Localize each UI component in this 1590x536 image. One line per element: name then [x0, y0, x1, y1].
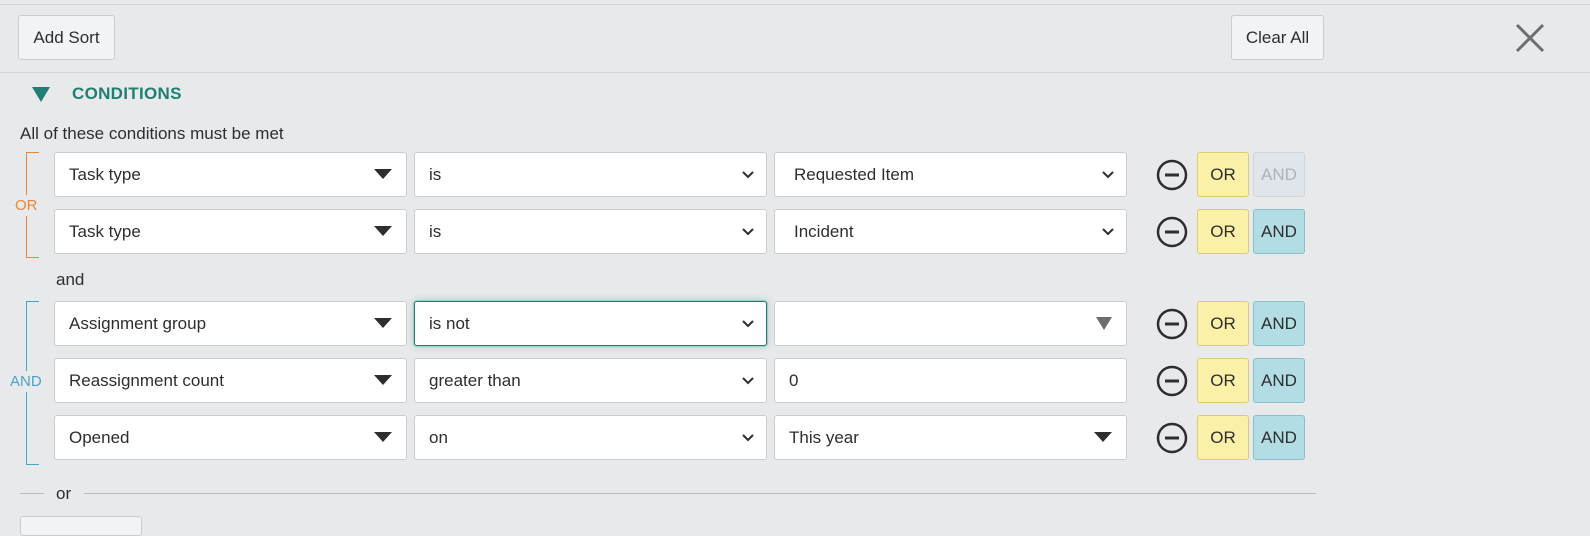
value-text: This year: [789, 427, 859, 447]
field-value: Task type: [69, 221, 141, 241]
remove-condition-icon[interactable]: [1156, 216, 1188, 248]
or-button[interactable]: OR: [1197, 301, 1249, 346]
value-select[interactable]: Incident: [774, 209, 1127, 254]
conditions-toggle[interactable]: CONDITIONS: [32, 84, 182, 104]
operator-select[interactable]: greater than: [414, 358, 767, 403]
and-button[interactable]: AND: [1253, 152, 1305, 197]
value-select[interactable]: Requested Item: [774, 152, 1127, 197]
operator-select[interactable]: on: [414, 415, 767, 460]
divider: [20, 493, 44, 494]
caret-down-icon: [374, 318, 392, 328]
operator-select[interactable]: is: [414, 209, 767, 254]
conditions-note: All of these conditions must be met: [20, 124, 284, 143]
and-button[interactable]: AND: [1253, 415, 1305, 460]
or-button[interactable]: OR: [1197, 209, 1249, 254]
chevron-down-icon: [742, 228, 754, 236]
new-criteria-button[interactable]: [20, 516, 142, 536]
caret-down-icon: [1094, 432, 1112, 442]
and-button[interactable]: AND: [1253, 209, 1305, 254]
value-select[interactable]: [774, 301, 1127, 346]
clear-all-button[interactable]: Clear All: [1231, 15, 1324, 60]
triangle-down-icon: [32, 86, 50, 102]
field-select[interactable]: Task type: [54, 152, 407, 197]
caret-down-icon: [374, 375, 392, 385]
chevron-down-icon: [742, 171, 754, 179]
and-button[interactable]: AND: [1253, 358, 1305, 403]
chevron-down-icon: [1102, 171, 1114, 179]
chevron-down-icon: [742, 377, 754, 385]
remove-condition-icon[interactable]: [1156, 308, 1188, 340]
and-group-label: AND: [10, 371, 42, 392]
or-group-label: OR: [15, 195, 38, 216]
or-button[interactable]: OR: [1197, 415, 1249, 460]
value-input[interactable]: 0: [774, 358, 1127, 403]
conditions-title: CONDITIONS: [72, 84, 182, 103]
chevron-down-icon: [742, 320, 754, 328]
field-value: Task type: [69, 164, 141, 184]
caret-down-icon: [1096, 317, 1112, 330]
field-value: Reassignment count: [69, 370, 224, 390]
field-value: Opened: [69, 427, 130, 447]
operator-value: is: [429, 164, 442, 184]
or-button[interactable]: OR: [1197, 152, 1249, 197]
value-text: 0: [789, 370, 799, 390]
add-sort-button[interactable]: Add Sort: [18, 15, 115, 60]
value-text: Incident: [794, 221, 854, 241]
remove-condition-icon[interactable]: [1156, 159, 1188, 191]
caret-down-icon: [374, 432, 392, 442]
caret-down-icon: [374, 169, 392, 179]
remove-condition-icon[interactable]: [1156, 422, 1188, 454]
value-text: Requested Item: [794, 164, 915, 184]
operator-select[interactable]: is not: [414, 301, 767, 346]
chevron-down-icon: [1102, 228, 1114, 236]
chevron-down-icon: [742, 434, 754, 442]
remove-condition-icon[interactable]: [1156, 365, 1188, 397]
filter-toolbar: Add Sort Clear All: [0, 5, 1590, 73]
field-select[interactable]: Task type: [54, 209, 407, 254]
caret-down-icon: [374, 226, 392, 236]
divider: [84, 493, 1316, 494]
or-button[interactable]: OR: [1197, 358, 1249, 403]
close-icon[interactable]: [1513, 21, 1547, 55]
operator-value: is: [429, 221, 442, 241]
field-select[interactable]: Reassignment count: [54, 358, 407, 403]
and-button[interactable]: AND: [1253, 301, 1305, 346]
operator-value: is not: [429, 313, 470, 333]
operator-value: greater than: [429, 370, 521, 390]
or-divider-label: or: [56, 484, 72, 503]
operator-value: on: [429, 427, 448, 447]
field-value: Assignment group: [69, 313, 207, 333]
field-select[interactable]: Opened: [54, 415, 407, 460]
group-join-label: and: [56, 270, 85, 289]
field-select[interactable]: Assignment group: [54, 301, 407, 346]
operator-select[interactable]: is: [414, 152, 767, 197]
value-select[interactable]: This year: [774, 415, 1127, 460]
